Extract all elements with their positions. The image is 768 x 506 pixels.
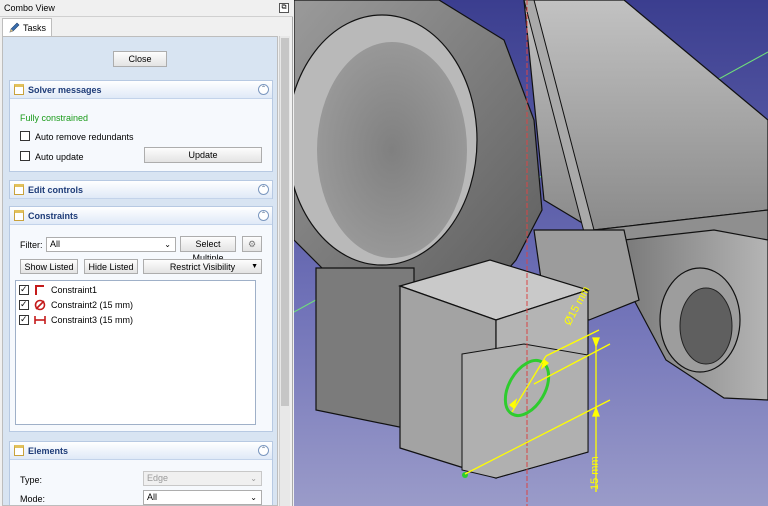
edit-controls-panel: Edit controls ⌃ [9, 180, 273, 199]
show-listed-button[interactable]: Show Listed [20, 259, 78, 274]
collapse-icon[interactable]: ⌃ [258, 84, 269, 95]
distance-constraint-icon [34, 316, 46, 324]
filter-label: Filter: [20, 240, 43, 250]
task-panel: Close Solver messages ⌃ Fully constraine… [2, 36, 278, 506]
constraints-header[interactable]: Constraints ⌃ [10, 207, 272, 225]
combo-view-titlebar: Combo View ⧉ [0, 0, 293, 17]
constraint-label: Constraint3 (15 mm) [51, 315, 134, 325]
diameter-constraint-icon [34, 299, 46, 311]
edit-controls-header[interactable]: Edit controls ⌃ [10, 181, 272, 199]
auto-remove-redundants-label: Auto remove redundants [35, 132, 134, 142]
distance-dimension-label[interactable]: 15 mm [589, 456, 601, 490]
panel-icon [14, 210, 24, 221]
edit-controls-title: Edit controls [28, 185, 84, 195]
chevron-down-icon: ⌄ [164, 240, 171, 249]
update-button[interactable]: Update [144, 147, 262, 163]
filter-value: All [50, 239, 61, 249]
solver-status: Fully constrained [20, 113, 89, 123]
constraint-label: Constraint1 [51, 285, 98, 295]
list-item[interactable]: Constraint3 (15 mm) [18, 313, 248, 327]
panel-icon [14, 84, 24, 95]
constraint-visibility-checkbox[interactable] [19, 314, 29, 325]
collapse-icon[interactable]: ⌃ [258, 445, 269, 456]
elements-panel: Elements ⌃ Type: Edge ⌄ Mode: All ⌄ [9, 441, 273, 505]
restrict-visibility-button[interactable]: Restrict Visibility ▼ [143, 259, 262, 274]
wrench-icon: ⚙ [247, 239, 257, 249]
auto-update-checkbox[interactable] [20, 151, 30, 161]
type-label: Type: [20, 475, 43, 485]
tab-tasks[interactable]: Tasks [2, 18, 52, 36]
solver-messages-header[interactable]: Solver messages ⌃ [10, 81, 272, 99]
chevron-down-icon: ▼ [251, 263, 258, 270]
constraint-visibility-checkbox[interactable] [19, 299, 29, 310]
ring-bore-inner [317, 42, 467, 258]
collapse-icon[interactable]: ⌃ [258, 184, 269, 195]
mode-label: Mode: [20, 494, 46, 504]
angle-constraint-icon [35, 285, 44, 295]
restrict-visibility-label: Restrict Visibility [169, 262, 236, 272]
hide-listed-button[interactable]: Hide Listed [84, 259, 138, 274]
auto-remove-redundants-checkbox[interactable] [20, 131, 30, 141]
panel-icon [14, 184, 24, 195]
type-select: Edge ⌄ [143, 471, 262, 486]
auto-update-label: Auto update [35, 152, 84, 162]
collapse-icon[interactable]: ⌃ [258, 210, 269, 221]
task-panel-scrollbar[interactable] [279, 36, 290, 506]
constraint-list: Constraint1 Constraint2 (15 mm) Constrai… [15, 280, 256, 425]
panel-icon [14, 445, 24, 456]
elements-title: Elements [28, 446, 69, 456]
mode-value: All [147, 492, 158, 502]
constraint-label: Constraint2 (15 mm) [51, 300, 134, 310]
mode-select[interactable]: All ⌄ [143, 490, 262, 505]
combo-view-title: Combo View [4, 3, 55, 13]
tab-tasks-label: Tasks [23, 23, 47, 33]
list-item[interactable]: Constraint1 [18, 283, 248, 297]
list-item[interactable]: Constraint2 (15 mm) [18, 298, 248, 312]
scrollbar-thumb[interactable] [281, 38, 289, 406]
right-lug-hole-inner [679, 287, 733, 365]
undock-icon[interactable]: ⧉ [279, 3, 289, 13]
settings-tool-button[interactable]: ⚙ [242, 236, 262, 252]
solver-messages-panel: Solver messages ⌃ Fully constrained Auto… [9, 80, 273, 172]
3d-scene: Ø15 mm 15 mm [294, 0, 768, 506]
elements-header[interactable]: Elements ⌃ [10, 442, 272, 460]
3d-viewport[interactable]: Ø15 mm 15 mm [294, 0, 768, 506]
close-button[interactable]: Close [113, 51, 167, 67]
left-upright [315, 267, 415, 431]
chevron-down-icon: ⌄ [250, 474, 257, 483]
constraint-visibility-checkbox[interactable] [19, 284, 29, 295]
type-value: Edge [147, 473, 169, 483]
filter-select[interactable]: All ⌄ [46, 237, 176, 252]
constraints-title: Constraints [28, 211, 79, 221]
chevron-down-icon: ⌄ [250, 493, 257, 502]
select-multiple-button[interactable]: Select Multiple [180, 236, 236, 263]
solver-messages-title: Solver messages [28, 85, 102, 95]
combo-view: Combo View ⧉ Tasks Close Solver messages… [0, 0, 293, 506]
pencil-icon [9, 22, 20, 33]
